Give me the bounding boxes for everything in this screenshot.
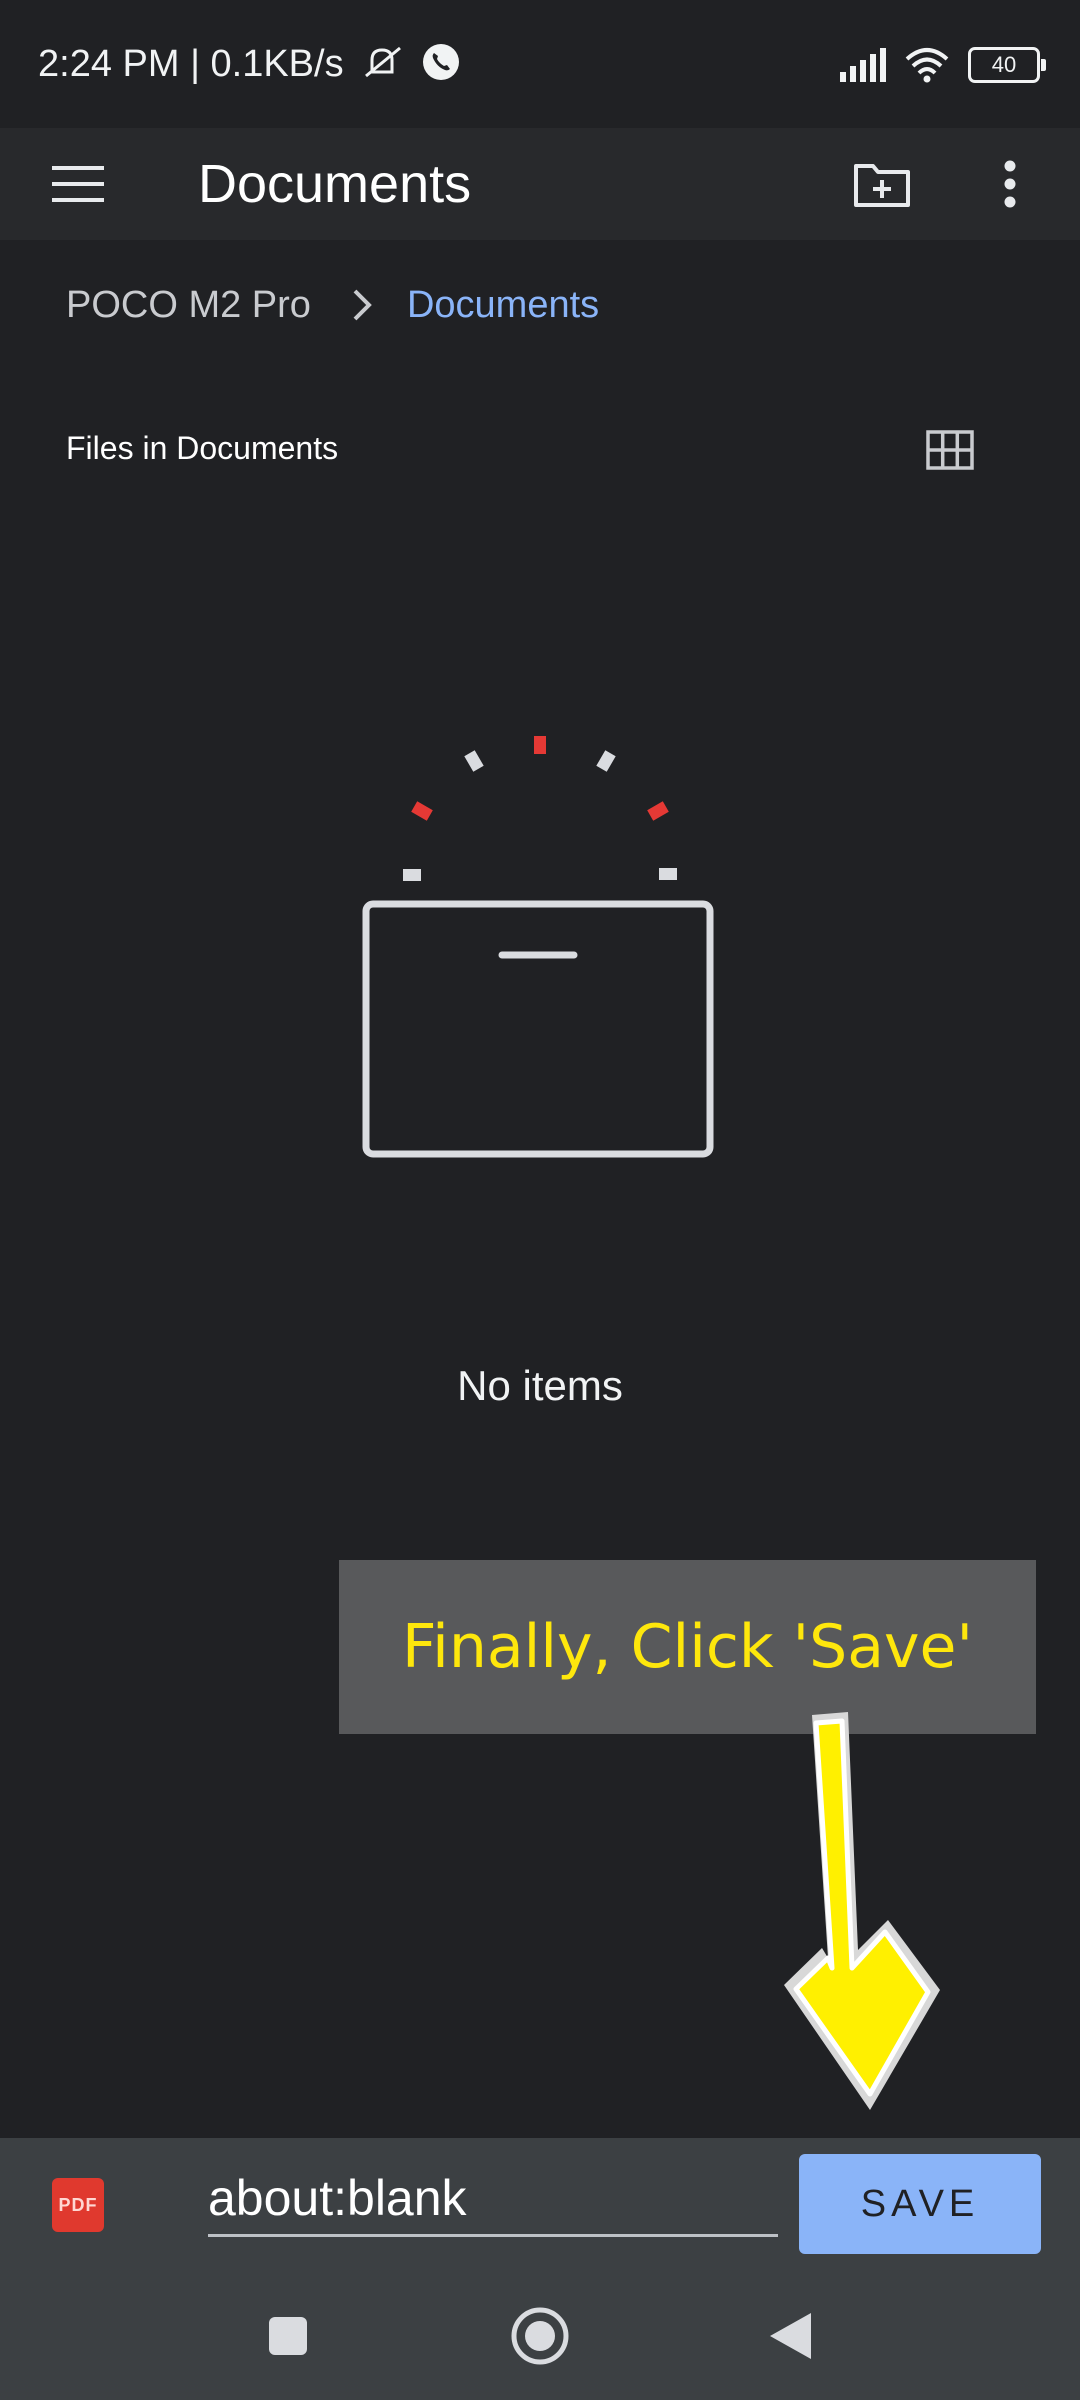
section-title: Files in Documents bbox=[66, 430, 339, 466]
more-vert-icon bbox=[1004, 160, 1016, 208]
empty-folder-illustration bbox=[362, 736, 714, 1158]
mute-icon bbox=[365, 46, 402, 78]
save-button[interactable]: SAVE bbox=[799, 2154, 1041, 2254]
wifi-icon bbox=[905, 48, 949, 83]
call-icon bbox=[422, 44, 459, 80]
pdf-file-icon: PDF bbox=[52, 2178, 104, 2232]
new-folder-button[interactable] bbox=[842, 144, 922, 224]
more-options-button[interactable] bbox=[970, 144, 1050, 224]
home-button[interactable] bbox=[500, 2296, 580, 2376]
recents-button[interactable] bbox=[248, 2296, 328, 2376]
menu-icon bbox=[52, 166, 104, 202]
battery-level: 40 bbox=[991, 52, 1017, 77]
grid-view-button[interactable] bbox=[920, 420, 980, 480]
status-time-speed: 2:24 PM | 0.1KB/s bbox=[38, 42, 461, 86]
back-button[interactable] bbox=[750, 2296, 830, 2376]
status-icons: 40 bbox=[838, 42, 1046, 88]
save-bar: PDF SAVE bbox=[0, 2138, 1080, 2272]
app-bar: Documents bbox=[0, 128, 1080, 240]
status-bar: 2:24 PM | 0.1KB/s 40 bbox=[0, 0, 1080, 128]
breadcrumb-root[interactable]: POCO M2 Pro bbox=[66, 284, 311, 327]
breadcrumb: POCO M2 Pro Documents bbox=[66, 270, 599, 340]
system-nav-bar bbox=[0, 2272, 1080, 2400]
new-folder-icon bbox=[854, 164, 910, 207]
grid-view-icon bbox=[926, 430, 974, 470]
signal-icon bbox=[840, 48, 886, 82]
back-icon bbox=[770, 2313, 811, 2359]
menu-button[interactable] bbox=[40, 146, 116, 222]
filename-input[interactable] bbox=[208, 2162, 778, 2237]
recents-icon bbox=[269, 2317, 307, 2355]
home-icon bbox=[511, 2307, 569, 2365]
empty-state-text: No items bbox=[457, 1362, 623, 1409]
annotation-arrow-icon bbox=[784, 1712, 940, 2110]
file-type-label: PDF bbox=[58, 2194, 98, 2215]
annotation-text: Finally, Click 'Save' bbox=[402, 1612, 973, 1682]
chevron-right-icon bbox=[351, 288, 373, 322]
battery-icon: 40 bbox=[968, 47, 1046, 83]
breadcrumb-current[interactable]: Documents bbox=[407, 284, 599, 327]
page-title: Documents bbox=[198, 154, 472, 214]
